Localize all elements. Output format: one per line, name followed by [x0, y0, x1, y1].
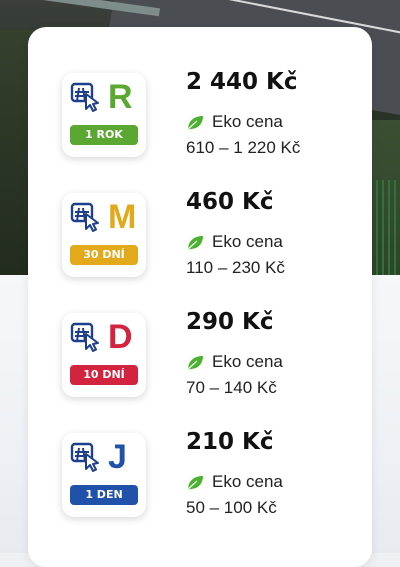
vignette-letter: D — [108, 318, 133, 356]
highway-cursor-icon — [70, 82, 99, 112]
eco-label: Eko cena — [212, 232, 283, 251]
leaf-icon — [186, 116, 203, 131]
leaf-icon — [186, 476, 203, 491]
vignette-item-month[interactable]: M 30 DNÍ 460 Kč Eko cena 110 – 230 Kč — [28, 147, 372, 277]
duration-tag: 10 DNÍ — [70, 365, 138, 385]
eco-label: Eko cena — [212, 472, 283, 491]
highway-cursor-icon — [70, 322, 99, 352]
highway-cursor-icon — [70, 442, 99, 472]
vignette-badge-month: M 30 DNÍ — [62, 193, 146, 277]
vignette-letter: J — [108, 438, 127, 476]
duration-tag: 1 ROK — [70, 125, 138, 145]
price-value: 460 Kč — [186, 189, 274, 215]
price-list-panel: R 1 ROK 2 440 Kč Eko cena 610 – 1 220 Kč… — [28, 27, 372, 567]
vignette-item-ten-days[interactable]: D 10 DNÍ 290 Kč Eko cena 70 – 140 Kč — [28, 267, 372, 397]
vignette-badge-one-day: J 1 DEN — [62, 433, 146, 517]
leaf-icon — [186, 236, 203, 251]
eco-label: Eko cena — [212, 352, 283, 371]
vignette-letter: R — [108, 78, 133, 116]
eco-label: Eko cena — [212, 112, 283, 131]
highway-cursor-icon — [70, 202, 99, 232]
vignette-badge-year: R 1 ROK — [62, 73, 146, 157]
price-value: 290 Kč — [186, 309, 274, 335]
background-fence — [370, 180, 400, 275]
price-value: 210 Kč — [186, 429, 274, 455]
vignette-item-one-day[interactable]: J 1 DEN 210 Kč Eko cena 50 – 100 Kč — [28, 387, 372, 517]
duration-tag: 1 DEN — [70, 485, 138, 505]
price-value: 2 440 Kč — [186, 69, 298, 95]
leaf-icon — [186, 356, 203, 371]
vignette-letter: M — [108, 198, 137, 236]
duration-tag: 30 DNÍ — [70, 245, 138, 265]
vignette-item-year[interactable]: R 1 ROK 2 440 Kč Eko cena 610 – 1 220 Kč — [28, 27, 372, 157]
vignette-badge-ten-days: D 10 DNÍ — [62, 313, 146, 397]
eco-price-range: 50 – 100 Kč — [186, 498, 277, 517]
